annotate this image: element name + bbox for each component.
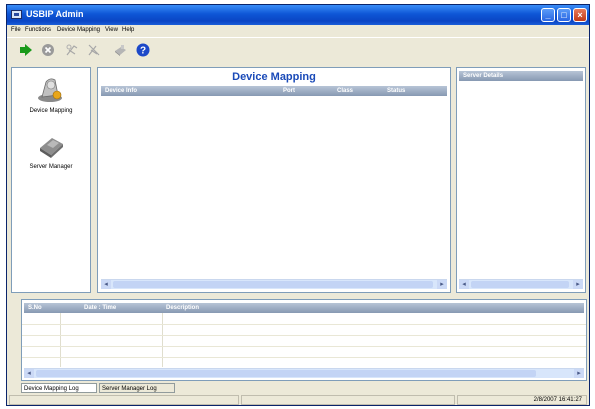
scroll-right-arrow[interactable]: ▸ bbox=[437, 280, 447, 289]
status-timestamp: 2/8/2007 16:41:27 bbox=[457, 395, 587, 405]
status-bar: 2/8/2007 16:41:27 bbox=[7, 394, 589, 406]
device-mapping-panel: Device Mapping Device Info Port Class St… bbox=[97, 67, 451, 293]
col-port[interactable]: Port bbox=[283, 86, 295, 96]
scroll-right-arrow[interactable]: ▸ bbox=[574, 369, 584, 378]
server-details-header: Server Details bbox=[459, 71, 583, 81]
grid-line bbox=[22, 335, 586, 336]
window-title: USBIP Admin bbox=[26, 9, 84, 19]
menu-file[interactable]: File bbox=[11, 27, 21, 33]
scroll-thumb[interactable] bbox=[113, 281, 433, 288]
log-panel: S.No Date : Time Description ◂ ▸ bbox=[21, 299, 587, 381]
log-table-header: S.No Date : Time Description bbox=[24, 303, 584, 313]
scroll-left-arrow[interactable]: ◂ bbox=[459, 280, 469, 289]
menu-bar: File Functions Device Mapping View Help bbox=[7, 25, 589, 37]
server-details-label: Server Details bbox=[463, 73, 504, 79]
nav-device-mapping-label: Device Mapping bbox=[29, 108, 73, 114]
col-device-info[interactable]: Device Info bbox=[105, 86, 137, 96]
device-table-header: Device Info Port Class Status bbox=[101, 86, 447, 96]
stop-icon[interactable] bbox=[41, 43, 55, 57]
map-device-icon[interactable] bbox=[65, 43, 79, 57]
grid-line bbox=[60, 313, 61, 367]
title-bar[interactable]: USBIP Admin _ □ × bbox=[7, 5, 589, 25]
grid-line bbox=[22, 346, 586, 347]
grid-line bbox=[22, 357, 586, 358]
device-hscrollbar[interactable]: ◂ ▸ bbox=[101, 279, 447, 289]
nav-device-mapping[interactable] bbox=[12, 74, 90, 106]
scroll-thumb[interactable] bbox=[36, 370, 536, 377]
scroll-right-arrow[interactable]: ▸ bbox=[573, 280, 583, 289]
play-icon[interactable] bbox=[19, 43, 33, 57]
col-class[interactable]: Class bbox=[337, 86, 353, 96]
app-icon bbox=[11, 10, 22, 19]
scroll-left-arrow[interactable]: ◂ bbox=[24, 369, 34, 378]
server-details-panel: Server Details ◂ ▸ bbox=[456, 67, 586, 293]
grid-line bbox=[162, 313, 163, 367]
server-manager-icon bbox=[40, 138, 63, 158]
col-status[interactable]: Status bbox=[387, 86, 405, 96]
scroll-left-arrow[interactable]: ◂ bbox=[101, 280, 111, 289]
tab-device-mapping-log[interactable]: Device Mapping Log bbox=[21, 383, 97, 393]
col-sno[interactable]: S.No bbox=[28, 303, 42, 313]
minimize-button[interactable]: _ bbox=[541, 8, 555, 22]
status-segment bbox=[241, 395, 455, 405]
svg-text:?: ? bbox=[140, 46, 146, 57]
col-description[interactable]: Description bbox=[166, 303, 199, 313]
tab-server-manager-log[interactable]: Server Manager Log bbox=[99, 383, 175, 393]
help-icon[interactable]: ? bbox=[136, 43, 150, 57]
maximize-button[interactable]: □ bbox=[557, 8, 571, 22]
unmap-device-icon[interactable] bbox=[87, 43, 101, 57]
app-window: USBIP Admin _ □ × File Functions Device … bbox=[6, 4, 590, 406]
menu-view[interactable]: View bbox=[105, 27, 118, 33]
menu-help[interactable]: Help bbox=[122, 27, 134, 33]
device-mapping-title: Device Mapping bbox=[232, 71, 316, 83]
grid-line bbox=[22, 324, 586, 325]
menu-device-mapping[interactable]: Device Mapping bbox=[57, 27, 100, 33]
nav-server-manager[interactable] bbox=[12, 130, 90, 162]
close-button[interactable]: × bbox=[573, 8, 587, 22]
toolbar: ? bbox=[7, 37, 589, 62]
server-hscrollbar[interactable]: ◂ ▸ bbox=[459, 279, 583, 289]
scroll-thumb[interactable] bbox=[471, 281, 569, 288]
col-date-time[interactable]: Date : Time bbox=[84, 303, 116, 313]
status-segment bbox=[9, 395, 239, 405]
nav-panel: Device Mapping Server Manager bbox=[11, 67, 91, 293]
log-hscrollbar[interactable]: ◂ ▸ bbox=[24, 368, 584, 378]
menu-functions[interactable]: Functions bbox=[25, 27, 51, 33]
device-icon bbox=[38, 78, 62, 102]
nav-server-manager-label: Server Manager bbox=[29, 164, 73, 170]
server-icon[interactable] bbox=[113, 43, 127, 57]
